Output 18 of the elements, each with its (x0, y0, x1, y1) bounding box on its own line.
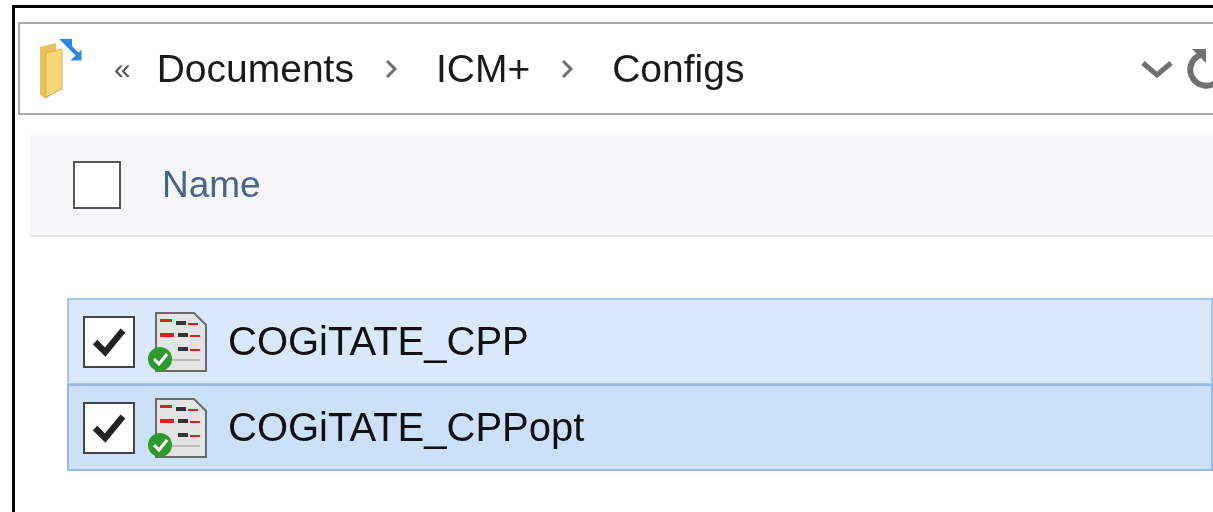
file-name: COGiTATE_CPPopt (228, 405, 585, 450)
file-row[interactable]: COGiTATE_CPP (67, 298, 1213, 385)
name-column-header[interactable]: Name (162, 164, 261, 206)
file-name: COGiTATE_CPP (228, 319, 529, 364)
row-checkbox[interactable] (83, 401, 135, 454)
config-file-icon (148, 310, 210, 373)
address-bar[interactable]: « Documents ICM+ Configs (18, 22, 1213, 115)
dropdown-icon[interactable] (1140, 58, 1174, 79)
chevron-right-icon[interactable] (383, 58, 398, 79)
config-file-icon (148, 396, 210, 459)
overflow-chevron[interactable]: « (114, 51, 131, 86)
breadcrumb-item[interactable]: ICM+ (435, 46, 531, 91)
select-all-checkbox[interactable] (73, 161, 121, 209)
row-checkbox[interactable] (83, 315, 135, 368)
file-row[interactable]: COGiTATE_CPPopt (67, 384, 1213, 471)
chevron-right-icon[interactable] (560, 58, 575, 79)
breadcrumb-item[interactable]: Configs (612, 46, 745, 91)
breadcrumb-item[interactable]: Documents (156, 46, 354, 91)
